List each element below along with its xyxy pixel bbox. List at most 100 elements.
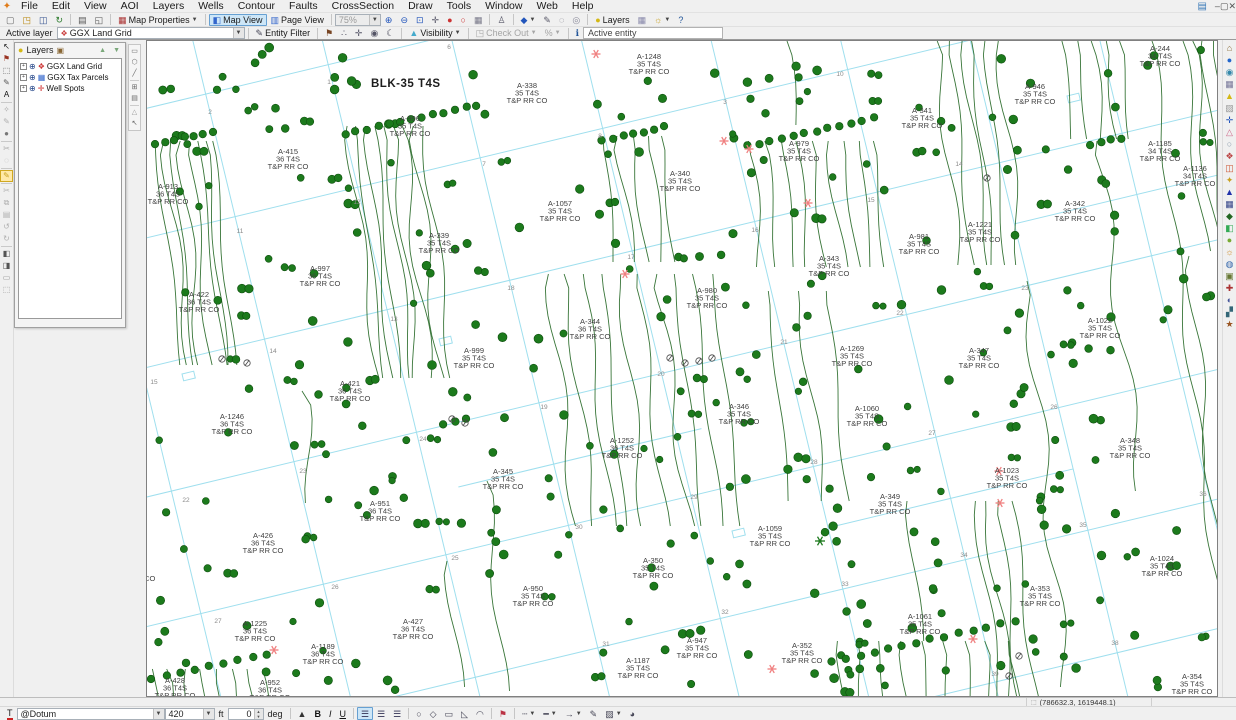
well-spot[interactable] [945, 376, 954, 385]
left-tool-5-icon[interactable]: A [0, 89, 13, 101]
page-view-button[interactable]: ▥Page View [267, 14, 328, 26]
well-spot[interactable] [650, 582, 658, 590]
well-spot[interactable] [803, 475, 811, 483]
well-spot[interactable] [515, 223, 524, 232]
well-spot[interactable] [214, 296, 222, 304]
well-spot[interactable] [209, 128, 217, 136]
well-spot[interactable] [486, 569, 494, 577]
well-spot[interactable] [199, 130, 207, 138]
well-spot[interactable] [833, 537, 841, 545]
layer-item-ggx-tax-parcels[interactable]: +⊕▦GGX Tax Parcels [20, 72, 120, 83]
well-spot[interactable] [823, 124, 831, 132]
well-spot[interactable] [721, 283, 729, 291]
well-spot[interactable] [284, 376, 291, 383]
well-spot[interactable] [355, 502, 362, 509]
well-spot[interactable] [426, 269, 434, 277]
left-tool-9-icon[interactable]: ● [0, 128, 13, 140]
well-spot[interactable] [743, 580, 751, 588]
well-spot[interactable] [1064, 287, 1072, 295]
well-spot[interactable] [291, 378, 298, 385]
well-spot[interactable] [1200, 138, 1207, 145]
well-spot[interactable] [884, 645, 892, 653]
lasso-button[interactable]: ◌ [555, 14, 568, 26]
snap-button[interactable]: ⚑ [321, 27, 337, 39]
phase-button[interactable]: ☾ [382, 27, 398, 39]
well-spot[interactable] [790, 209, 798, 217]
well-spot[interactable] [1131, 631, 1139, 639]
italic-button[interactable]: I [325, 707, 336, 720]
left-tool-8-icon[interactable]: ✎ [0, 116, 13, 128]
well-spot[interactable] [756, 140, 764, 148]
well-spot[interactable] [422, 261, 431, 270]
add-entity-button[interactable]: ✛ [351, 27, 367, 39]
well-spot[interactable] [161, 627, 169, 635]
bold-button[interactable]: B [310, 707, 325, 720]
well-spot[interactable] [663, 296, 671, 304]
well-spot[interactable] [272, 104, 280, 112]
active-layer-combo[interactable]: ❖GGX Land Grid▼ [57, 27, 245, 39]
well-spot[interactable] [729, 229, 737, 237]
well-spot[interactable] [416, 230, 423, 237]
well-spot[interactable] [897, 300, 906, 309]
well-spot[interactable] [1011, 231, 1019, 239]
well-spot[interactable] [595, 210, 603, 218]
expand-icon[interactable]: + [20, 85, 27, 92]
well-spot[interactable] [717, 251, 725, 259]
well-spot[interactable] [449, 180, 456, 187]
well-spot[interactable] [876, 664, 884, 672]
well-spot[interactable] [560, 330, 567, 337]
well-spot[interactable] [707, 558, 714, 565]
well-spot[interactable] [1199, 129, 1206, 136]
zoom-level-combo-dropdown-icon[interactable]: ▼ [369, 15, 380, 25]
well-spot[interactable] [938, 488, 945, 495]
well-spot[interactable] [575, 185, 584, 194]
well-spot[interactable] [800, 129, 808, 137]
well-spot[interactable] [598, 673, 605, 680]
well-spot[interactable] [848, 120, 856, 128]
well-spot[interactable] [428, 361, 437, 370]
pan-button[interactable]: ✛ [428, 14, 444, 26]
right-tool-12-icon[interactable]: ✦ [1224, 174, 1236, 186]
well-spot[interactable] [334, 174, 342, 182]
layer-down-icon[interactable]: ▼ [111, 47, 122, 54]
well-spot[interactable] [741, 475, 750, 484]
well-spot[interactable] [1104, 69, 1112, 77]
left-tool-12-icon[interactable]: ◌ [0, 155, 13, 167]
well-spot[interactable] [220, 660, 228, 668]
well-spot[interactable] [555, 551, 562, 558]
well-spot[interactable] [818, 215, 826, 223]
right-tool-18-icon[interactable]: ☼ [1224, 246, 1236, 258]
well-spot[interactable] [828, 658, 836, 666]
well-spot[interactable] [609, 135, 617, 143]
well-spot[interactable] [251, 103, 258, 110]
well-spot[interactable] [432, 586, 439, 593]
select-entity-button[interactable]: ◉ [366, 27, 382, 39]
well-spot[interactable] [799, 378, 807, 386]
well-spot[interactable] [802, 455, 810, 463]
well-spot[interactable] [857, 600, 866, 609]
well-spot[interactable] [1089, 414, 1098, 423]
well-spot[interactable] [650, 126, 658, 134]
well-spot[interactable] [1004, 327, 1011, 334]
well-spot[interactable] [289, 265, 296, 272]
well-spot[interactable] [421, 519, 429, 527]
well-spot[interactable] [661, 646, 669, 654]
left-tool-4-icon[interactable]: ✎ [0, 77, 13, 89]
well-spot[interactable] [489, 448, 497, 456]
well-spot[interactable] [474, 267, 482, 275]
well-spot[interactable] [1008, 454, 1015, 461]
well-spot[interactable] [504, 157, 511, 164]
well-spot[interactable] [829, 522, 838, 531]
menu-wells[interactable]: Wells [191, 0, 230, 12]
well-spot[interactable] [1077, 302, 1084, 309]
zoom-in-button[interactable]: ⊕ [381, 14, 397, 26]
well-spot[interactable] [1111, 103, 1119, 111]
well-spot[interactable] [302, 535, 310, 543]
mini-tool-6-icon[interactable]: ▤ [129, 93, 140, 104]
well-spot[interactable] [680, 255, 687, 262]
mini-tool-1-icon[interactable]: ▭ [129, 46, 140, 57]
well-spot[interactable] [620, 132, 628, 140]
well-spot[interactable] [762, 109, 770, 117]
well-spot[interactable] [857, 652, 865, 660]
well-spot[interactable] [1032, 648, 1039, 655]
